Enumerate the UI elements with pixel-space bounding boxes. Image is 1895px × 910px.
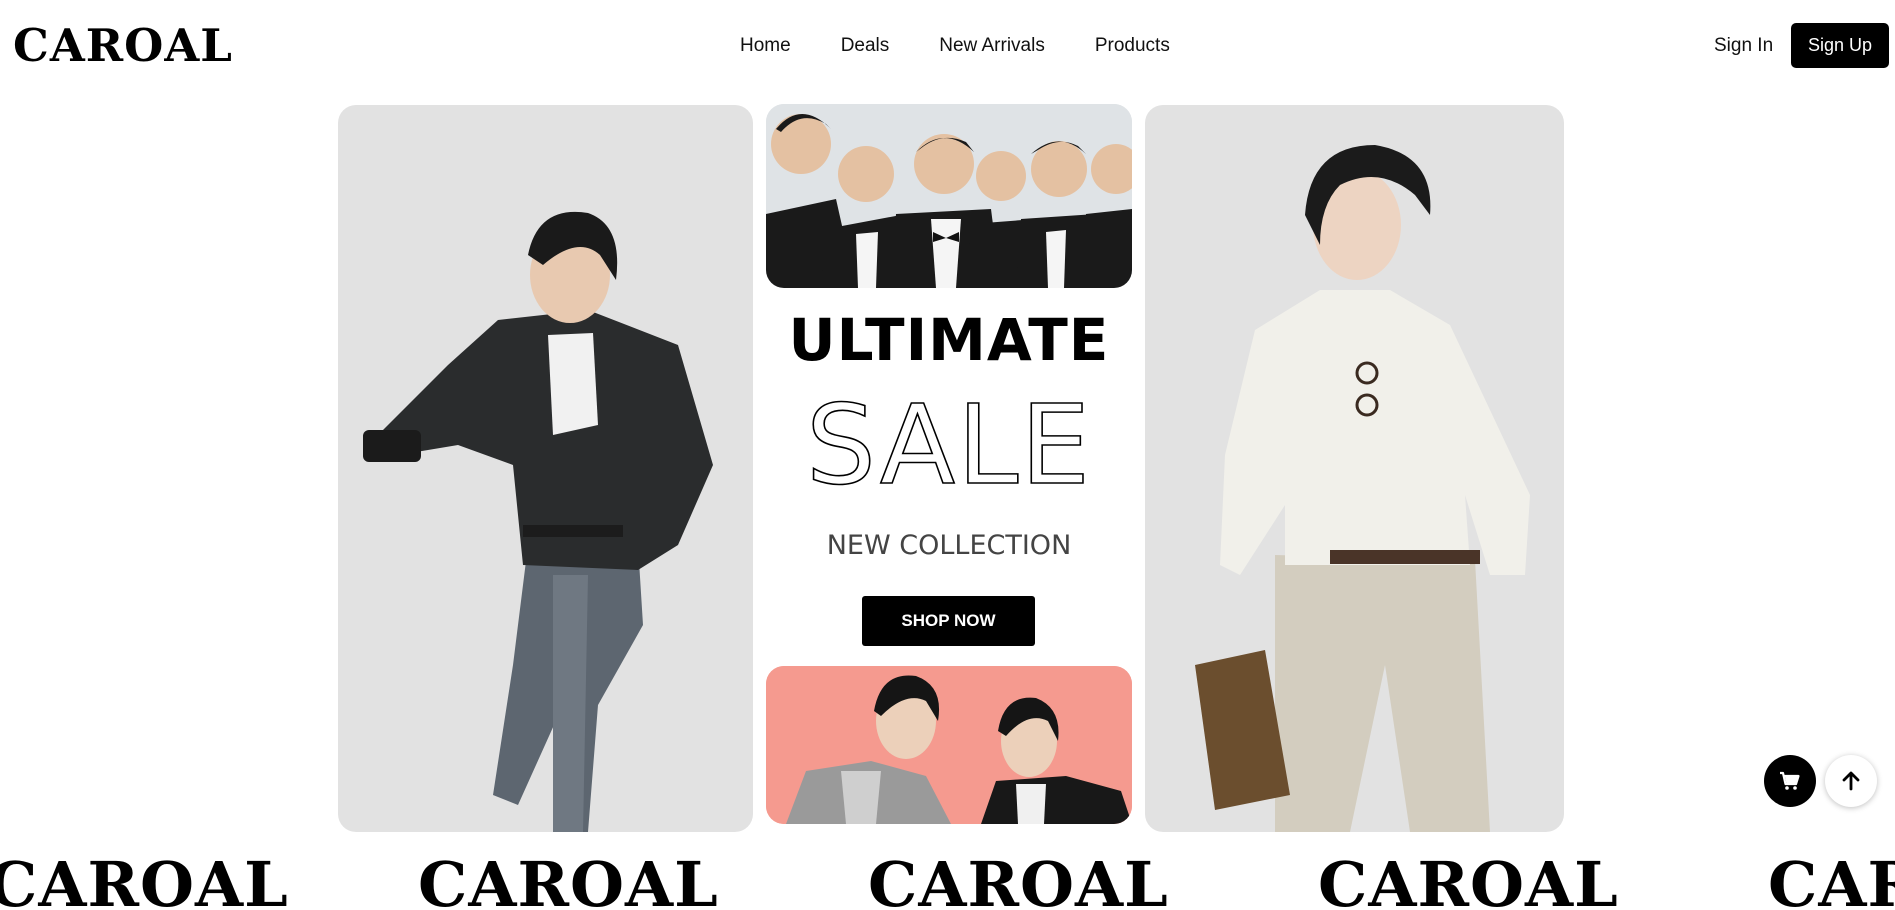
- marquee-item: CAROAL: [868, 848, 1169, 910]
- marquee-item: CAROAL: [1318, 848, 1619, 910]
- brand-logo[interactable]: CAROAL: [13, 18, 233, 74]
- main-nav: Home Deals New Arrivals Products: [740, 33, 1220, 59]
- hero-image-left: [338, 105, 753, 832]
- nav-products[interactable]: Products: [1095, 33, 1170, 59]
- cart-button[interactable]: [1764, 755, 1816, 807]
- hero-sale-text: SALE: [805, 381, 1092, 509]
- nav-home[interactable]: Home: [740, 33, 791, 59]
- brand-marquee: CAROAL CAROAL CAROAL CAROAL CAROAL: [0, 845, 1895, 910]
- arrow-up-icon: [1842, 771, 1860, 791]
- marquee-item: CAROAL: [1768, 848, 1895, 910]
- group-photo: [766, 104, 1132, 288]
- model-photo-left: [363, 211, 713, 832]
- cart-icon: [1780, 771, 1800, 790]
- nav-deals[interactable]: Deals: [841, 33, 890, 59]
- hero-headline: ULTIMATE: [788, 306, 1110, 374]
- duo-photo: [766, 666, 1132, 824]
- sign-up-button[interactable]: Sign Up: [1791, 23, 1889, 68]
- marquee-item: CAROAL: [418, 848, 719, 910]
- hero-subheadline: NEW COLLECTION: [826, 530, 1072, 561]
- promo-image-top: [766, 104, 1132, 288]
- hero-image-right: [1145, 105, 1564, 832]
- model-photo-right: [1195, 145, 1530, 832]
- site-header: CAROAL Home Deals New Arrivals Products …: [0, 0, 1895, 92]
- nav-new-arrivals[interactable]: New Arrivals: [939, 33, 1045, 59]
- marquee-item: CAROAL: [0, 848, 289, 910]
- shop-now-button[interactable]: SHOP NOW: [862, 596, 1035, 646]
- scroll-top-button[interactable]: [1825, 755, 1877, 807]
- sign-in-link[interactable]: Sign In: [1714, 33, 1773, 59]
- promo-image-bottom: [766, 666, 1132, 824]
